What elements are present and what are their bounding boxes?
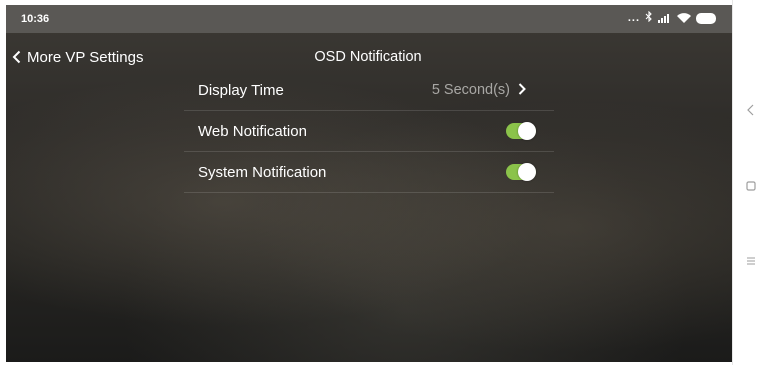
display-time-label: Display Time xyxy=(198,82,284,99)
web-notification-toggle[interactable] xyxy=(506,122,536,140)
bluetooth-icon xyxy=(645,10,653,25)
phone-screen: 10:36 ... More VP Settings OSD Notificat… xyxy=(6,5,732,362)
chevron-left-icon xyxy=(12,50,21,64)
system-notification-row: System Notification xyxy=(184,152,554,193)
status-icons: ... xyxy=(628,10,716,26)
settings-list: Display Time 5 Second(s) Web Notificatio… xyxy=(184,70,554,193)
signal-icon xyxy=(658,13,672,23)
back-button[interactable]: More VP Settings xyxy=(12,47,143,67)
system-notification-label: System Notification xyxy=(198,164,327,181)
page-title: OSD Notification xyxy=(314,49,422,65)
home-nav-icon[interactable] xyxy=(743,178,759,194)
status-bar: 10:36 ... xyxy=(6,5,732,33)
menu-nav-icon[interactable] xyxy=(743,253,759,269)
web-notification-label: Web Notification xyxy=(198,123,307,140)
back-label: More VP Settings xyxy=(27,48,144,66)
toggle-knob xyxy=(518,122,536,140)
system-notification-toggle[interactable] xyxy=(506,163,536,181)
android-nav-bar xyxy=(732,0,768,365)
web-notification-row: Web Notification xyxy=(184,111,554,152)
display-time-row[interactable]: Display Time 5 Second(s) xyxy=(184,70,554,111)
chevron-right-icon xyxy=(518,83,526,95)
wifi-icon xyxy=(677,13,691,23)
display-time-value: 5 Second(s) xyxy=(431,82,510,98)
toggle-knob xyxy=(518,163,536,181)
back-nav-icon[interactable] xyxy=(743,102,759,118)
status-time: 10:36 xyxy=(21,13,50,25)
battery-icon xyxy=(696,12,716,24)
more-indicator: ... xyxy=(627,12,640,24)
